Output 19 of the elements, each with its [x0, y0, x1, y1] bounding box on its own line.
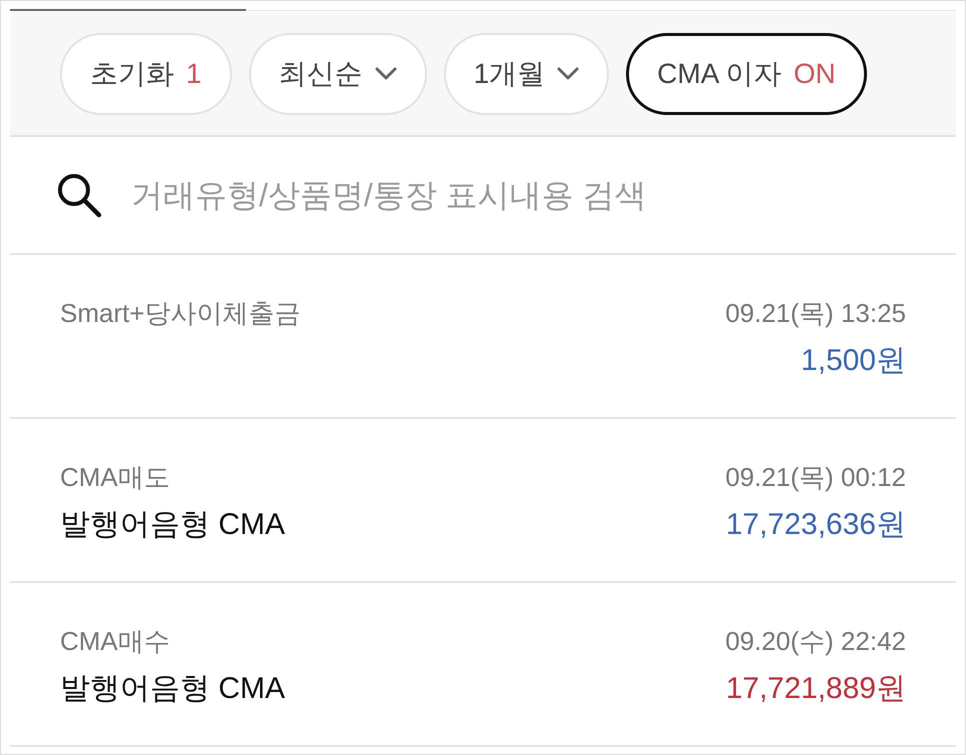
- chevron-down-icon: [374, 67, 397, 80]
- transaction-datetime: 09.21(목) 00:12: [725, 460, 906, 494]
- search-icon: [55, 171, 103, 219]
- transaction-datetime: 09.21(목) 13:25: [725, 296, 906, 330]
- dropdown-button[interactable]: 1개월: [444, 32, 610, 114]
- toggle-button[interactable]: CMA 이자 ON: [626, 32, 867, 114]
- transaction-amount: 17,723,636원: [726, 506, 906, 542]
- transaction-type: Smart+당사이체출금: [60, 296, 301, 330]
- transaction-amount: 17,721,889원: [726, 670, 906, 706]
- reset-button[interactable]: 초기화 1: [60, 32, 232, 114]
- transaction-type: CMA매도: [60, 460, 170, 494]
- product-name: 발행어음형 CMA: [60, 506, 285, 542]
- search-field[interactable]: 거래유형/상품명/통장 표시내용 검색: [131, 165, 906, 225]
- product-name: 발행어음형 CMA: [60, 670, 285, 706]
- dropdown-button[interactable]: 최신순: [248, 32, 427, 114]
- transaction-amount: 1,500원: [800, 342, 906, 378]
- transaction-datetime: 09.20(수) 22:42: [725, 624, 906, 658]
- transaction-type: CMA매수: [60, 624, 170, 658]
- chevron-down-icon: [557, 67, 580, 80]
